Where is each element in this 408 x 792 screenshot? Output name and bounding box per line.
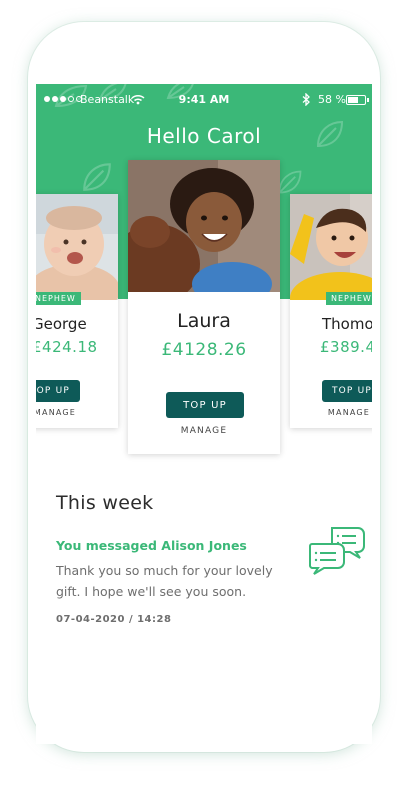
child-balance: £4128.26 (161, 340, 247, 360)
bluetooth-icon (302, 93, 310, 106)
child-card-thomas[interactable]: NEPHEW Thomo £389.4 TOP UP MANAGE (290, 194, 372, 428)
app-screen: Beanstalk 9:41 AM 58 % Hello Carol NEPHE… (36, 84, 372, 744)
battery-percentage: 58 % (318, 93, 346, 106)
relation-badge: NEPHEW (326, 292, 372, 305)
status-bar: Beanstalk 9:41 AM 58 % (36, 92, 372, 112)
activity-message: Thank you so much for your lovely gift. … (56, 563, 273, 599)
activity-timestamp: 07-04-2020 / 14:28 (56, 614, 172, 625)
greeting-title: Hello Carol (146, 124, 262, 148)
battery-icon (346, 95, 369, 105)
child-photo-george (36, 194, 118, 300)
child-photo-thomas (290, 194, 372, 300)
leaf-decoration-icon (83, 163, 111, 191)
manage-link[interactable]: MANAGE (128, 426, 280, 436)
child-photo-laura (128, 160, 280, 292)
relation-badge: NEPHEW (36, 292, 81, 305)
child-name: George (36, 315, 87, 333)
child-balance: £424.18 (36, 338, 98, 356)
top-up-button[interactable]: TOP UP (322, 380, 372, 402)
section-title-this-week: This week (56, 492, 154, 514)
child-name: Laura (177, 310, 231, 332)
manage-link[interactable]: MANAGE (36, 408, 80, 417)
leaf-decoration-icon (278, 170, 302, 194)
manage-link[interactable]: MANAGE (324, 408, 372, 417)
child-card-george[interactable]: NEPHEW George £424.18 TOP UP MANAGE (36, 194, 118, 428)
top-up-button[interactable]: TOP UP (36, 380, 80, 402)
chat-bubbles-icon (309, 527, 365, 575)
activity-heading: You messaged Alison Jones (56, 538, 247, 553)
child-name: Thomo (322, 315, 372, 333)
top-up-button[interactable]: TOP UP (166, 392, 244, 418)
child-card-laura[interactable]: Laura £4128.26 TOP UP MANAGE (128, 160, 280, 454)
child-balance: £389.4 (320, 338, 372, 356)
